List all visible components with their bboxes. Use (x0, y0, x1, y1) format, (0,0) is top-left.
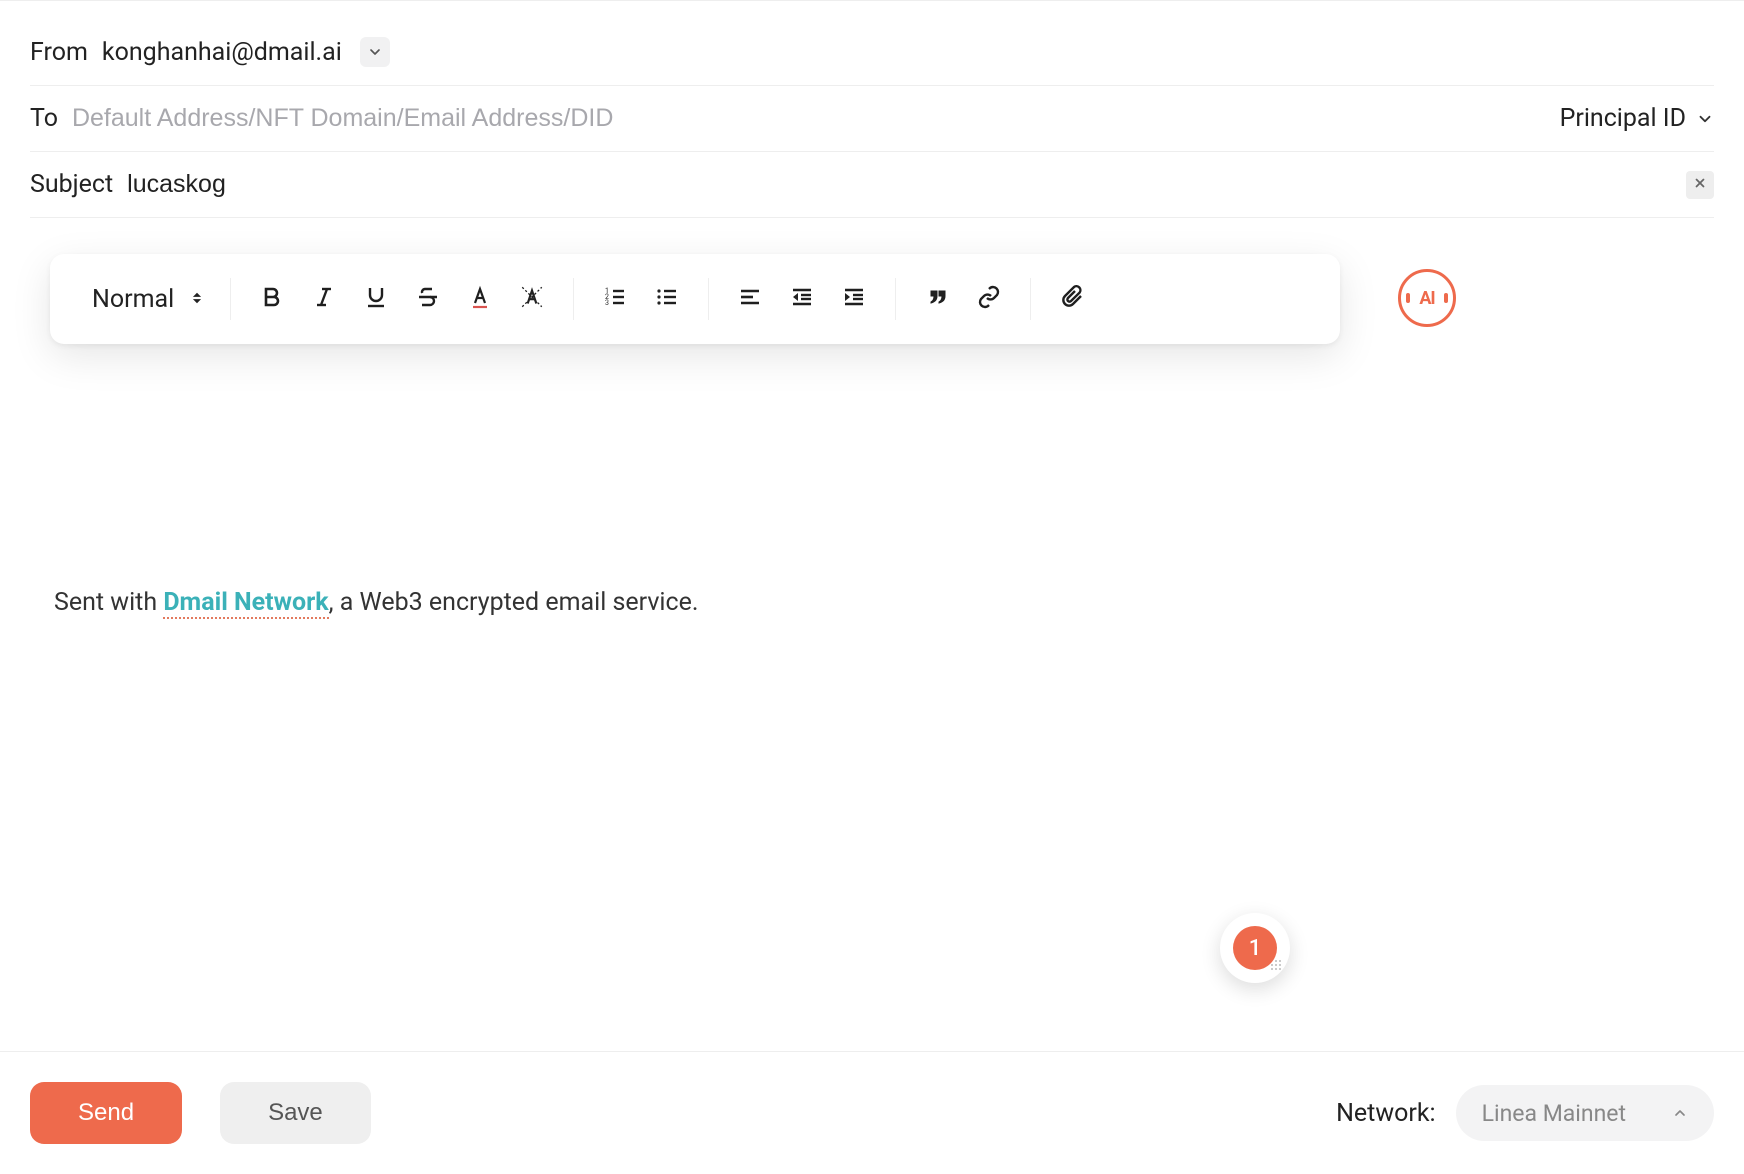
floating-notification-badge[interactable]: 1 (1220, 913, 1290, 983)
clear-subject-button[interactable] (1686, 171, 1714, 199)
drag-handle-icon (1270, 956, 1282, 975)
network-picker[interactable]: Linea Mainnet (1456, 1085, 1714, 1141)
ordered-list-button[interactable]: 123 (600, 284, 630, 314)
svg-text:3: 3 (605, 299, 609, 307)
editor-area: Normal (30, 218, 1714, 632)
italic-icon (312, 285, 336, 313)
from-email: konghanhai@dmail.ai (102, 38, 342, 67)
principal-id-label: Principal ID (1560, 104, 1686, 133)
signature-post: , a Web3 encrypted email service. (329, 588, 699, 617)
principal-id-dropdown[interactable]: Principal ID (1560, 104, 1714, 133)
outdent-icon (790, 285, 814, 313)
signature-pre: Sent with (54, 588, 163, 617)
strike-icon (416, 285, 440, 313)
footer: Send Save Network: Linea Mainnet (0, 1051, 1744, 1174)
text-color-icon (468, 285, 492, 313)
subject-label: Subject (30, 170, 113, 199)
subject-input[interactable] (127, 170, 1686, 199)
sort-icon (190, 285, 204, 314)
align-button[interactable] (735, 284, 765, 314)
indent-icon (842, 285, 866, 313)
to-row: To Principal ID (30, 86, 1714, 152)
indent-button[interactable] (839, 284, 869, 314)
underline-icon (364, 285, 388, 313)
unordered-list-icon (655, 285, 679, 313)
to-input[interactable] (72, 104, 1560, 133)
underline-button[interactable] (361, 284, 391, 314)
highlight-icon (519, 284, 545, 314)
send-button[interactable]: Send (30, 1082, 182, 1144)
link-icon (977, 285, 1001, 313)
dmail-link[interactable]: Dmail Network (163, 588, 328, 619)
from-row: From konghanhai@dmail.ai (30, 19, 1714, 86)
format-picker[interactable]: Normal (86, 285, 204, 314)
to-label: To (30, 104, 58, 133)
chevron-down-icon (1696, 110, 1714, 128)
strike-button[interactable] (413, 284, 443, 314)
align-icon (738, 285, 762, 313)
bold-icon (260, 285, 284, 313)
ai-assistant-button[interactable]: AI (1398, 269, 1456, 327)
badge-count: 1 (1249, 936, 1262, 961)
close-icon (1693, 174, 1707, 195)
ai-label: AI (1419, 288, 1434, 309)
quote-button[interactable] (922, 284, 952, 314)
from-label: From (30, 38, 88, 67)
outdent-button[interactable] (787, 284, 817, 314)
chevron-up-icon (1672, 1105, 1688, 1121)
network-label: Network: (1336, 1099, 1436, 1128)
text-color-button[interactable] (465, 284, 495, 314)
network-value: Linea Mainnet (1482, 1100, 1626, 1127)
from-dropdown[interactable] (360, 37, 390, 67)
attachment-button[interactable] (1057, 284, 1087, 314)
network-area: Network: Linea Mainnet (1336, 1085, 1714, 1141)
link-button[interactable] (974, 284, 1004, 314)
chevron-down-icon (367, 44, 383, 60)
unordered-list-button[interactable] (652, 284, 682, 314)
highlight-button[interactable] (517, 284, 547, 314)
quote-icon (925, 285, 949, 313)
save-button[interactable]: Save (220, 1082, 371, 1144)
subject-row: Subject (30, 152, 1714, 218)
bold-button[interactable] (257, 284, 287, 314)
italic-button[interactable] (309, 284, 339, 314)
attachment-icon (1060, 284, 1084, 314)
email-body[interactable]: Sent with Dmail Network, a Web3 encrypte… (50, 344, 1694, 622)
format-toolbar: Normal (50, 254, 1340, 344)
ordered-list-icon: 123 (603, 285, 627, 313)
format-label: Normal (92, 285, 174, 314)
